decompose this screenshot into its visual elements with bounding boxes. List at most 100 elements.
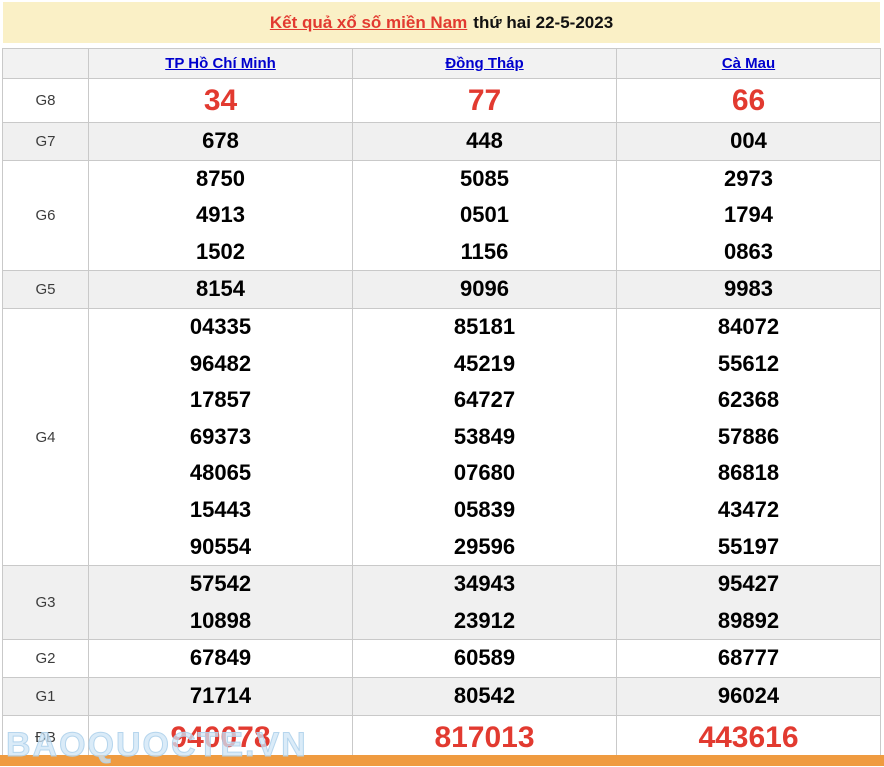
result-number: 57542 bbox=[189, 571, 252, 597]
prize-label: G2 bbox=[2, 639, 89, 678]
prize-row-g7: G7 678 448 004 bbox=[2, 122, 881, 161]
result-cell: 8154 bbox=[88, 270, 353, 309]
result-number: 0501 bbox=[460, 202, 509, 228]
prize-row-đb: ĐB 940078 817013 443616 bbox=[2, 714, 881, 760]
result-number: 004 bbox=[730, 128, 767, 153]
result-cell: 71714 bbox=[88, 676, 353, 716]
prize-row-g3: G3 57542 10898 34943 23912 95427 89892 bbox=[2, 565, 881, 641]
result-number: 60589 bbox=[453, 645, 516, 671]
result-number: 05839 bbox=[453, 496, 516, 522]
prize-row-g1: G1 71714 80542 96024 bbox=[2, 676, 881, 716]
result-number: 29596 bbox=[453, 533, 516, 559]
result-number: 62368 bbox=[717, 387, 780, 413]
province-link-hcm[interactable]: TP Hồ Chí Minh bbox=[165, 55, 276, 72]
prize-row-g8: G8 34 77 66 bbox=[2, 78, 881, 123]
prize-label: G5 bbox=[2, 270, 89, 309]
title-link[interactable]: Kết quả xổ số miền Nam bbox=[270, 13, 467, 33]
prize-label: ĐB bbox=[2, 714, 89, 760]
prize-label: G1 bbox=[2, 676, 89, 716]
result-number: 1502 bbox=[196, 238, 245, 264]
result-cell: 2973 1794 0863 bbox=[616, 159, 881, 272]
result-number: 57886 bbox=[717, 423, 780, 449]
result-number: 96024 bbox=[717, 682, 780, 708]
prize-label: G8 bbox=[2, 78, 89, 123]
result-number: 817013 bbox=[434, 720, 535, 754]
result-cell: 95427 89892 bbox=[616, 565, 881, 641]
result-cell: 443616 bbox=[616, 714, 881, 760]
result-number: 678 bbox=[202, 128, 239, 153]
result-cell: 940078 bbox=[88, 714, 353, 760]
result-number: 1794 bbox=[724, 202, 773, 228]
column-header-ca-mau: Cà Mau bbox=[616, 48, 881, 79]
result-cell: 004 bbox=[616, 122, 881, 161]
prize-row-g2: G2 67849 60589 68777 bbox=[2, 639, 881, 678]
result-cell: 9096 bbox=[352, 270, 617, 309]
prize-label: G7 bbox=[2, 122, 89, 161]
result-number: 4913 bbox=[196, 202, 245, 228]
result-number: 77 bbox=[467, 84, 502, 117]
result-cell: 80542 bbox=[352, 676, 617, 716]
result-number: 96482 bbox=[189, 350, 252, 376]
result-cell: 678 bbox=[88, 122, 353, 161]
result-number: 71714 bbox=[189, 682, 252, 708]
result-number: 448 bbox=[466, 128, 503, 153]
title-date: thứ hai 22-5-2023 bbox=[473, 12, 614, 32]
result-cell: 67849 bbox=[88, 639, 353, 678]
result-number: 2973 bbox=[724, 165, 773, 191]
result-number: 07680 bbox=[453, 460, 516, 486]
prize-row-g4: G4 04335 96482 17857 69373 48065 15443 90554 851… bbox=[2, 307, 881, 567]
results-table: TP Hồ Chí Minh Đồng Tháp Cà Mau G8 34 77 66… bbox=[2, 48, 881, 760]
column-header-dong-thap: Đồng Tháp bbox=[352, 48, 617, 79]
result-number: 0863 bbox=[724, 238, 773, 264]
results-table-body: G8 34 77 66 G7 678 448 004 G6 8750 4913 1502 5085 050… bbox=[2, 78, 881, 760]
result-number: 55612 bbox=[717, 350, 780, 376]
result-number: 90554 bbox=[189, 533, 252, 559]
result-cell: 34 bbox=[88, 78, 353, 123]
result-number: 8750 bbox=[196, 165, 245, 191]
result-number: 34 bbox=[203, 84, 238, 117]
prize-row-g6: G6 8750 4913 1502 5085 0501 1156 2973 1794 0863 bbox=[2, 159, 881, 272]
result-cell: 57542 10898 bbox=[88, 565, 353, 641]
result-number: 48065 bbox=[189, 460, 252, 486]
result-number: 9983 bbox=[724, 276, 773, 302]
result-number: 34943 bbox=[453, 571, 516, 597]
result-number: 8154 bbox=[196, 276, 245, 302]
result-cell: 8750 4913 1502 bbox=[88, 159, 353, 272]
result-number: 68777 bbox=[717, 645, 780, 671]
result-number: 66 bbox=[731, 84, 766, 117]
result-number: 17857 bbox=[189, 387, 252, 413]
result-number: 04335 bbox=[189, 313, 252, 339]
result-number: 55197 bbox=[717, 533, 780, 559]
result-cell: 04335 96482 17857 69373 48065 15443 90554 bbox=[88, 307, 353, 567]
result-cell: 68777 bbox=[616, 639, 881, 678]
result-number: 23912 bbox=[453, 607, 516, 633]
prize-label: G3 bbox=[2, 565, 89, 641]
result-cell: 34943 23912 bbox=[352, 565, 617, 641]
result-cell: 84072 55612 62368 57886 86818 43472 55197 bbox=[616, 307, 881, 567]
result-number: 10898 bbox=[189, 607, 252, 633]
result-cell: 817013 bbox=[352, 714, 617, 760]
result-number: 1156 bbox=[460, 238, 509, 264]
result-cell: 5085 0501 1156 bbox=[352, 159, 617, 272]
result-number: 80542 bbox=[453, 682, 516, 708]
result-cell: 96024 bbox=[616, 676, 881, 716]
province-link-ca-mau[interactable]: Cà Mau bbox=[722, 55, 775, 72]
lottery-results-page: Kết quả xổ số miền Nam thứ hai 22-5-2023… bbox=[0, 0, 884, 767]
page-title: Kết quả xổ số miền Nam thứ hai 22-5-2023 bbox=[3, 2, 880, 43]
result-cell: 60589 bbox=[352, 639, 617, 678]
prize-row-g5: G5 8154 9096 9983 bbox=[2, 270, 881, 309]
result-number: 85181 bbox=[453, 313, 516, 339]
province-link-dong-thap[interactable]: Đồng Tháp bbox=[445, 55, 523, 72]
result-number: 53849 bbox=[453, 423, 516, 449]
result-number: 67849 bbox=[189, 645, 252, 671]
result-number: 43472 bbox=[717, 496, 780, 522]
result-number: 84072 bbox=[717, 313, 780, 339]
corner-cell bbox=[2, 48, 89, 79]
result-number: 95427 bbox=[717, 571, 780, 597]
result-number: 89892 bbox=[717, 607, 780, 633]
column-header-hcm: TP Hồ Chí Minh bbox=[88, 48, 353, 79]
result-number: 9096 bbox=[460, 276, 509, 302]
result-cell: 66 bbox=[616, 78, 881, 123]
result-cell: 9983 bbox=[616, 270, 881, 309]
bottom-orange-bar bbox=[0, 755, 884, 766]
